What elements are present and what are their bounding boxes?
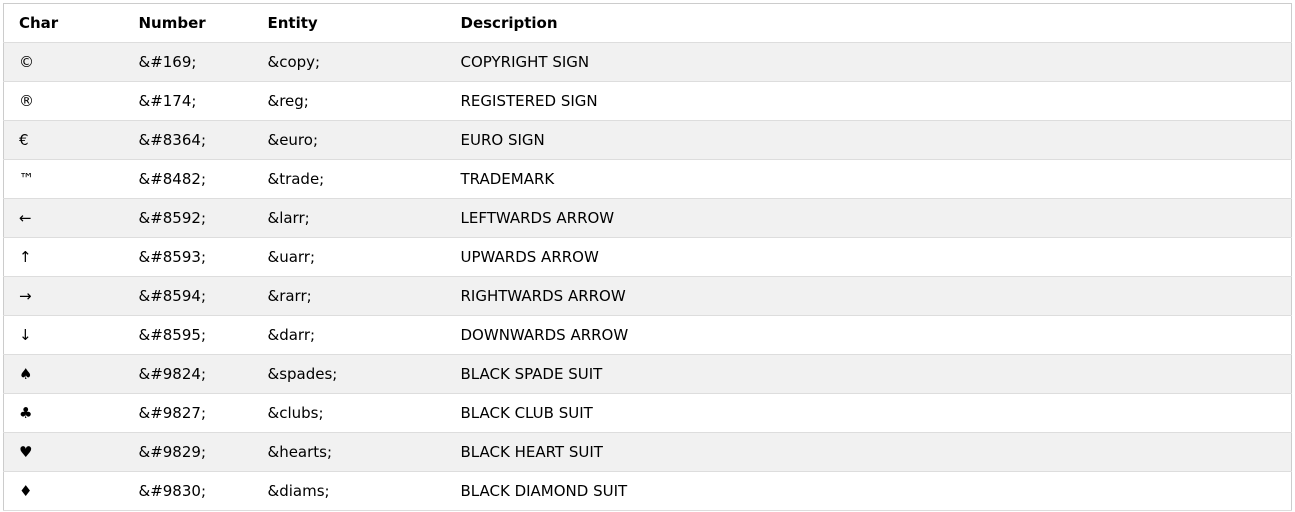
number-cell: &#9827; <box>138 404 207 422</box>
char-cell: © <box>19 53 34 71</box>
char-cell: ↑ <box>19 248 32 266</box>
table-row: € &#8364; &euro; EURO SIGN <box>3 120 1292 160</box>
header-row: Char Number Entity Description <box>3 4 1292 43</box>
entity-cell: &copy; <box>267 53 321 71</box>
entity-cell: &rarr; <box>267 287 312 305</box>
column-header-description: Description <box>460 14 558 32</box>
description-cell: REGISTERED SIGN <box>460 92 598 110</box>
description-cell: UPWARDS ARROW <box>460 248 599 266</box>
entity-cell: &reg; <box>267 92 309 110</box>
description-cell: BLACK DIAMOND SUIT <box>460 482 628 500</box>
entity-table-container: Char Number Entity Description © &#169; … <box>3 3 1292 511</box>
number-cell: &#9824; <box>138 365 207 383</box>
char-cell: ♦ <box>19 482 33 500</box>
char-cell: ♠ <box>19 365 33 383</box>
number-cell: &#8593; <box>138 248 207 266</box>
column-header-entity: Entity <box>267 14 318 32</box>
number-cell: &#8364; <box>138 131 207 149</box>
table-row: ↑ &#8593; &uarr; UPWARDS ARROW <box>3 237 1292 277</box>
table-row: ♦ &#9830; &diams; BLACK DIAMOND SUIT <box>3 471 1292 511</box>
table-row: ♥ &#9829; &hearts; BLACK HEART SUIT <box>3 432 1292 472</box>
table-row: ® &#174; &reg; REGISTERED SIGN <box>3 81 1292 121</box>
char-cell: ™ <box>19 170 34 188</box>
table-body: © &#169; &copy; COPYRIGHT SIGN ® &#174; … <box>3 42 1292 511</box>
char-cell: ← <box>19 209 32 227</box>
table-row: ← &#8592; &larr; LEFTWARDS ARROW <box>3 198 1292 238</box>
description-cell: BLACK CLUB SUIT <box>460 404 593 422</box>
description-cell: LEFTWARDS ARROW <box>460 209 615 227</box>
char-cell: → <box>19 287 32 305</box>
entity-cell: &larr; <box>267 209 310 227</box>
number-cell: &#8592; <box>138 209 207 227</box>
entity-cell: &euro; <box>267 131 319 149</box>
description-cell: DOWNWARDS ARROW <box>460 326 629 344</box>
table-row: ♠ &#9824; &spades; BLACK SPADE SUIT <box>3 354 1292 394</box>
entity-cell: &uarr; <box>267 248 316 266</box>
description-cell: TRADEMARK <box>460 170 555 188</box>
html-entity-table: Char Number Entity Description © &#169; … <box>3 3 1292 511</box>
number-cell: &#8595; <box>138 326 207 344</box>
description-cell: BLACK HEART SUIT <box>460 443 603 461</box>
description-cell: BLACK SPADE SUIT <box>460 365 603 383</box>
column-header-number: Number <box>138 14 206 32</box>
number-cell: &#9829; <box>138 443 207 461</box>
table-row: © &#169; &copy; COPYRIGHT SIGN <box>3 42 1292 82</box>
table-row: ♣ &#9827; &clubs; BLACK CLUB SUIT <box>3 393 1292 433</box>
number-cell: &#9830; <box>138 482 207 500</box>
number-cell: &#174; <box>138 92 197 110</box>
number-cell: &#8594; <box>138 287 207 305</box>
description-cell: COPYRIGHT SIGN <box>460 53 590 71</box>
entity-cell: &spades; <box>267 365 338 383</box>
description-cell: EURO SIGN <box>460 131 545 149</box>
char-cell: ® <box>19 92 34 110</box>
char-cell: ♥ <box>19 443 33 461</box>
description-cell: RIGHTWARDS ARROW <box>460 287 626 305</box>
entity-cell: &clubs; <box>267 404 324 422</box>
entity-cell: &hearts; <box>267 443 333 461</box>
table-row: → &#8594; &rarr; RIGHTWARDS ARROW <box>3 276 1292 316</box>
number-cell: &#169; <box>138 53 197 71</box>
char-cell: ↓ <box>19 326 32 344</box>
entity-cell: &darr; <box>267 326 316 344</box>
table-row: ↓ &#8595; &darr; DOWNWARDS ARROW <box>3 315 1292 355</box>
char-cell: € <box>19 131 29 149</box>
entity-cell: &diams; <box>267 482 330 500</box>
char-cell: ♣ <box>19 404 33 422</box>
entity-cell: &trade; <box>267 170 325 188</box>
column-header-char: Char <box>19 14 59 32</box>
table-row: ™ &#8482; &trade; TRADEMARK <box>3 159 1292 199</box>
number-cell: &#8482; <box>138 170 207 188</box>
table-header: Char Number Entity Description <box>3 4 1292 43</box>
